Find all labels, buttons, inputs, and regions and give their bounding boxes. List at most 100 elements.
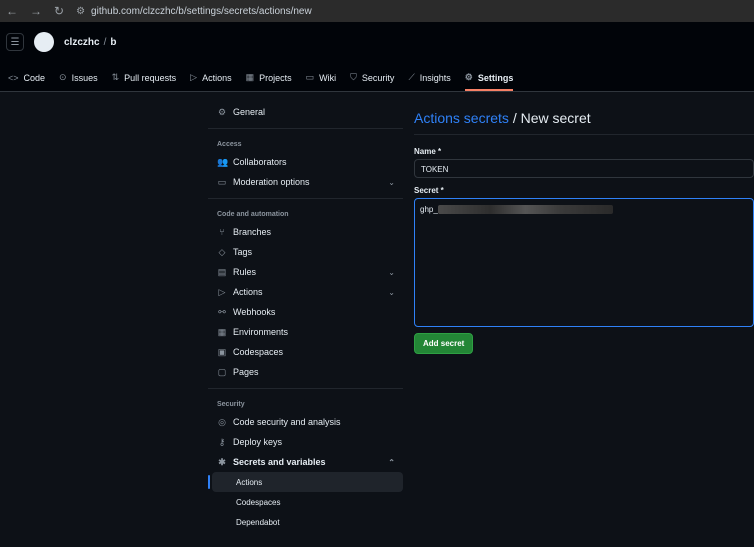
sidebar-item-label: Codespaces [233,347,284,357]
tab-code[interactable]: <> Code [8,73,45,91]
sidebar-item-label: Deploy keys [233,437,283,447]
add-secret-button[interactable]: Add secret [414,333,474,354]
branch-icon: ⑂ [219,227,225,237]
reload-icon[interactable]: ↻ [54,4,64,18]
sidebar-item-deploy-keys[interactable]: ⚷ Deploy keys [208,432,403,452]
menu-icon[interactable]: ☰ [6,33,24,51]
sidebar-item-label: Secrets and variables [233,457,326,467]
table-icon: ▦ [245,72,255,82]
page-content: ⚙ General Access 👥 Collaborators ▭ Moderati… [0,92,754,547]
tag-icon: ◇ [218,246,226,257]
sidebar-item-codespaces[interactable]: ▣ Codespaces [208,342,403,362]
sidebar-item-moderation[interactable]: ▭ Moderation options ⌄ [208,172,403,192]
name-field[interactable]: TOKEN [414,159,754,178]
sidebar-item-label: Actions [233,287,263,297]
gear-icon: ⚙ [217,106,227,117]
tab-label: Code [23,73,46,83]
tab-insights[interactable]: ⟋ Insights [408,72,450,91]
asterisk-icon: ✱ [218,456,226,467]
issue-icon: ⊙ [59,72,67,82]
sidebar-subitem-codespaces[interactable]: Codespaces [212,492,403,512]
sidebar-heading-code: Code and automation [208,198,403,222]
sidebar-item-actions[interactable]: ▷ Actions ⌄ [208,282,403,302]
codescan-icon: ◎ [218,416,226,427]
back-icon[interactable]: ← [6,4,18,18]
redacted-secret [437,205,613,215]
sidebar-item-rules[interactable]: ▤ Rules ⌄ [208,262,403,282]
github-logo-icon[interactable] [34,32,54,52]
browser-toolbar: ← → ↻ ⚙ github.com/clzczhc/b/settings/se… [0,0,754,22]
new-secret-form: Actions secrets / New secret Name * TOKE… [414,102,754,354]
people-icon: 👥 [217,156,229,167]
key-icon: ⚷ [218,436,226,447]
server-icon: ▦ [217,326,227,337]
codespaces-icon: ▣ [217,346,227,357]
sidebar-item-label: General [233,107,266,117]
pull-request-icon: ⇅ [111,72,120,82]
title-suffix: / New secret [508,110,591,126]
book-icon: ▭ [305,72,315,82]
chevron-down-icon: ⌄ [388,267,395,277]
tab-label: Issues [71,72,98,83]
tab-settings[interactable]: ⚙ Settings [464,72,514,91]
graph-icon: ⟋ [408,72,415,82]
tab-projects[interactable]: ▦ Projects [246,72,292,91]
site-settings-icon[interactable]: ⚙ [76,6,85,17]
tab-label: Settings [477,72,514,83]
shield-icon: ⛉ [350,72,357,82]
sidebar-item-general[interactable]: ⚙ General [208,102,403,122]
tab-label: Pull requests [124,72,177,83]
tab-wiki[interactable]: ▭ Wiki [306,72,337,91]
tab-label: Security [361,72,395,83]
url-text: github.com/clzczhc/b/settings/secrets/ac… [91,5,312,17]
tab-security[interactable]: ⛉ Security [350,72,394,91]
tab-label: Actions [202,72,232,83]
tab-issues[interactable]: ⊙ Issues [59,72,98,91]
sidebar-heading-access: Access [208,128,403,152]
tab-label: Insights [419,72,451,83]
secret-prefix: ghp_ [420,205,438,214]
secret-field[interactable]: ghp_ [414,198,754,327]
sidebar-item-label: Rules [233,267,257,277]
play-icon: ▷ [218,286,226,297]
gear-icon: ⚙ [464,72,473,82]
sidebar-heading-security: Security [208,388,403,412]
repo-owner-link[interactable]: clzczhc [64,37,100,48]
repo-name-link[interactable]: b [110,37,116,48]
chevron-up-icon: ⌃ [388,457,395,467]
sidebar-item-secrets[interactable]: ✱ Secrets and variables ⌃ [208,452,403,472]
tab-label: Wiki [319,72,337,83]
chevron-down-icon: ⌄ [388,287,395,297]
sidebar-item-webhooks[interactable]: ⚯ Webhooks [208,302,403,322]
sidebar-item-code-security[interactable]: ◎ Code security and analysis [208,412,403,432]
sidebar-item-tags[interactable]: ◇ Tags [208,242,403,262]
sidebar-item-label: Code security and analysis [233,417,341,427]
forward-icon[interactable]: → [30,4,42,18]
webhook-icon: ⚯ [218,306,226,317]
sidebar-item-pages[interactable]: ▢ Pages [208,362,403,382]
browser-icon: ▢ [217,366,227,377]
repo-breadcrumb: clzczhc / b [64,36,117,48]
settings-sidebar: ⚙ General Access 👥 Collaborators ▭ Moderati… [208,102,403,532]
sidebar-item-collaborators[interactable]: 👥 Collaborators [208,152,403,172]
sidebar-item-label: Branches [233,227,272,237]
tab-label: Projects [259,72,292,83]
chevron-down-icon: ⌄ [388,177,395,187]
address-bar[interactable]: ⚙ github.com/clzczhc/b/settings/secrets/… [76,6,312,17]
sidebar-item-branches[interactable]: ⑂ Branches [208,222,403,242]
actions-secrets-link[interactable]: Actions secrets [414,110,509,126]
code-icon: <> [8,73,19,83]
github-header: ☰ clzczhc / b [0,22,754,62]
sidebar-item-label: Environments [233,327,289,337]
tab-actions[interactable]: ▷ Actions [190,72,231,91]
rules-icon: ▤ [217,266,227,277]
sidebar-subitem-dependabot[interactable]: Dependabot [212,512,403,532]
secret-label: Secret * [414,186,444,195]
sidebar-item-label: Tags [233,247,253,257]
sidebar-subitem-actions[interactable]: Actions [208,472,403,492]
tab-pull-requests[interactable]: ⇅ Pull requests [112,72,177,91]
comment-icon: ▭ [217,176,227,187]
name-value: TOKEN [421,165,449,174]
sidebar-item-environments[interactable]: ▦ Environments [208,322,403,342]
sidebar-item-label: Collaborators [233,157,287,167]
